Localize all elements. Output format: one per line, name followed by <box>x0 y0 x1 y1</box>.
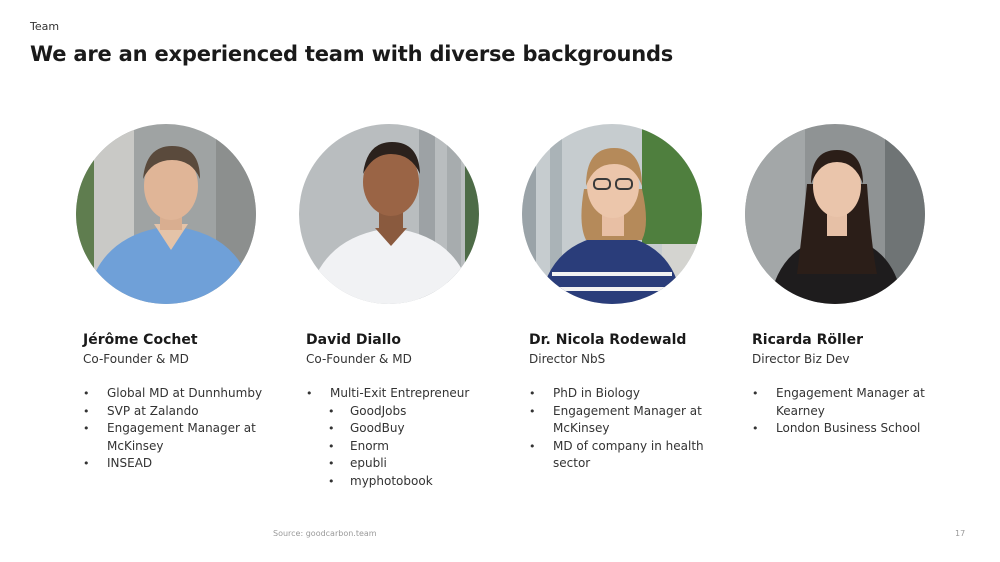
member-photo-image <box>299 124 479 304</box>
member-role: Director Biz Dev <box>752 352 850 366</box>
list-item: GoodBuy <box>306 420 496 438</box>
page-title: We are an experienced team with diverse … <box>30 42 674 66</box>
list-item: epubli <box>306 455 496 473</box>
member-photo <box>76 124 256 304</box>
slide: Team We are an experienced team with div… <box>0 0 1000 562</box>
team-grid: Jérôme Cochet Co-Founder & MD Global MD … <box>76 124 966 514</box>
member-photo <box>522 124 702 304</box>
list-item: INSEAD <box>83 455 273 473</box>
member-photo <box>299 124 479 304</box>
member-bullets: PhD in Biology Engagement Manager at McK… <box>529 385 719 473</box>
list-item: GoodJobs <box>306 403 496 421</box>
list-item: Multi-Exit Entrepreneur <box>306 385 496 403</box>
member-photo-image <box>76 124 256 304</box>
list-item: PhD in Biology <box>529 385 719 403</box>
list-item: Global MD at Dunnhumby <box>83 385 273 403</box>
list-item: MD of company in health sector <box>529 438 719 473</box>
member-name: Jérôme Cochet <box>83 332 198 348</box>
member-photo-image <box>745 124 925 304</box>
member-role: Director NbS <box>529 352 606 366</box>
list-item: SVP at Zalando <box>83 403 273 421</box>
list-item: Engagement Manager at McKinsey <box>529 403 719 438</box>
member-bullets: Global MD at Dunnhumby SVP at Zalando En… <box>83 385 273 473</box>
list-item: Engagement Manager at McKinsey <box>83 420 273 455</box>
member-name: David Diallo <box>306 332 401 348</box>
source-note: Source: goodcarbon.team <box>273 529 377 538</box>
member-role: Co-Founder & MD <box>306 352 412 366</box>
section-label: Team <box>30 20 60 33</box>
member-bullets: Engagement Manager at Kearney London Bus… <box>752 385 942 438</box>
member-bullets: Multi-Exit Entrepreneur GoodJobs GoodBuy… <box>306 385 496 490</box>
page-number: 17 <box>955 529 966 538</box>
member-photo <box>745 124 925 304</box>
member-name: Ricarda Röller <box>752 332 863 348</box>
list-item: myphotobook <box>306 473 496 491</box>
member-name: Dr. Nicola Rodewald <box>529 332 687 348</box>
list-item: Engagement Manager at Kearney <box>752 385 942 420</box>
list-item: Enorm <box>306 438 496 456</box>
member-photo-image <box>522 124 702 304</box>
member-role: Co-Founder & MD <box>83 352 189 366</box>
list-item: London Business School <box>752 420 942 438</box>
